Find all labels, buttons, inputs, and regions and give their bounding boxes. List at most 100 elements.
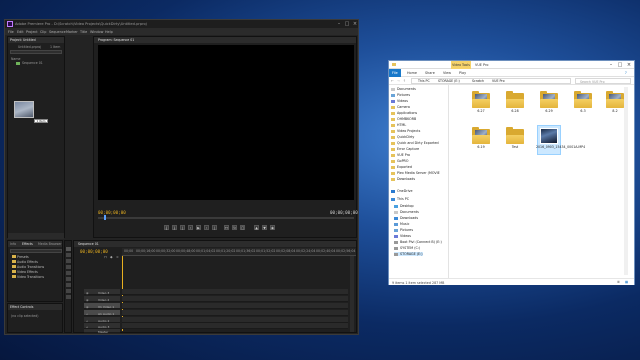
folder-item[interactable]: 6-3 <box>574 89 592 117</box>
folder-item[interactable]: 6-19 <box>472 125 490 153</box>
track-lane-video-1[interactable] <box>122 303 348 309</box>
breadcrumb-scratch[interactable]: Scratch <box>472 79 484 84</box>
menu-window[interactable]: Window <box>90 30 103 34</box>
nav-item[interactable]: HTML <box>391 123 406 127</box>
eye-icon[interactable]: ◉ <box>86 291 89 295</box>
forward-arrow-icon[interactable]: → <box>397 79 400 83</box>
track-header-video-1[interactable]: ◉ V1 Video 1 <box>84 303 120 309</box>
tab-project[interactable]: Project: Untitled <box>10 38 36 42</box>
effects-search-input[interactable] <box>10 249 62 253</box>
breadcrumb-vue-pro[interactable]: VUE Pro <box>492 79 505 84</box>
name-column-header[interactable]: Name <box>11 57 20 61</box>
speaker-icon[interactable]: ◂ <box>86 312 88 316</box>
track-header-master[interactable]: Master <box>84 329 120 334</box>
time-ruler[interactable]: 00;00 00;00;16;00 00;00;32;00 00;00;48;0… <box>122 248 356 256</box>
playhead-icon[interactable] <box>104 215 106 220</box>
program-scrubber[interactable] <box>98 217 354 219</box>
minimize-icon[interactable]: – <box>335 21 343 27</box>
file-list-scrollbar[interactable] <box>624 87 628 275</box>
hand-tool-icon[interactable] <box>66 289 71 293</box>
nav-item[interactable]: Music <box>394 222 409 226</box>
tab-program[interactable]: Program: Sequence 01 <box>98 38 134 42</box>
nav-item[interactable]: This PC <box>391 197 409 201</box>
folder-item[interactable]: 6-27 <box>472 89 490 117</box>
selection-tool-icon[interactable] <box>66 247 71 251</box>
effects-folder[interactable]: Audio Effects <box>12 260 38 264</box>
folder-item[interactable]: 6-28 <box>506 89 524 117</box>
effects-folder[interactable]: Video Effects <box>12 270 38 274</box>
nav-item[interactable]: Documents <box>391 87 416 91</box>
tab-effect-controls[interactable]: Effect Controls <box>10 305 33 309</box>
help-icon[interactable]: ? <box>625 71 627 75</box>
large-icons-view-icon[interactable]: ▦ <box>625 280 628 284</box>
ribbon-play-tab[interactable]: Play <box>459 71 466 75</box>
nav-item[interactable]: GoPRO <box>391 159 408 163</box>
nav-item[interactable]: Desktop <box>394 204 414 208</box>
program-video-frame[interactable] <box>98 45 354 200</box>
maximize-icon[interactable]: □ <box>343 21 351 27</box>
nav-item[interactable]: Video Projects <box>391 129 420 133</box>
speaker-icon[interactable]: ◂ <box>86 319 88 323</box>
dragged-clip-thumbnail[interactable] <box>14 101 34 118</box>
nav-item[interactable]: Error Capture <box>391 147 419 151</box>
menu-file[interactable]: File <box>8 30 14 34</box>
nav-item[interactable]: Applications <box>391 111 417 115</box>
back-arrow-icon[interactable]: ← <box>391 79 394 83</box>
nav-item[interactable]: VUE Pro <box>391 153 410 157</box>
step-forward-icon[interactable]: › <box>204 225 209 230</box>
nav-item-selected[interactable]: STORAGE (E:) <box>394 252 423 256</box>
play-icon[interactable]: ▶ <box>196 225 201 230</box>
slip-tool-icon[interactable] <box>66 277 71 281</box>
timeline-scrollbar[interactable] <box>350 256 354 332</box>
loop-icon[interactable]: ↻ <box>232 225 237 230</box>
menu-clip[interactable]: Clip <box>40 30 46 34</box>
tab-sequence[interactable]: Sequence 01 <box>78 242 99 246</box>
track-lane-audio-1[interactable] <box>122 310 348 316</box>
nav-item[interactable]: Downloads <box>391 177 415 181</box>
track-lane-video-3[interactable] <box>122 289 348 295</box>
menu-project[interactable]: Project <box>26 30 38 34</box>
zoom-tool-icon[interactable] <box>66 295 71 299</box>
mark-out-icon[interactable]: } <box>172 225 177 230</box>
maximize-icon[interactable]: □ <box>616 62 624 68</box>
timeline-timecode[interactable]: 00;00;00;00 <box>80 249 108 254</box>
export-frame-icon[interactable]: ◉ <box>270 225 275 230</box>
extract-icon[interactable]: ▼ <box>262 225 267 230</box>
link-icon[interactable]: ∞ <box>116 255 119 259</box>
nav-item[interactable]: OHMBKORB <box>391 117 416 121</box>
explorer-search-input[interactable]: Search VUE Pro <box>575 78 631 84</box>
breadcrumb-this-pc[interactable]: This PC <box>418 79 430 84</box>
minimize-icon[interactable]: – <box>607 62 615 68</box>
effects-folder[interactable]: Video Transitions <box>12 275 44 279</box>
nav-item[interactable]: Downloads <box>394 216 418 220</box>
address-bar[interactable]: This PC STORAGE (E:) Scratch VUE Pro <box>411 78 571 84</box>
nav-item[interactable]: Pictures <box>391 93 410 97</box>
details-view-icon[interactable]: ≣ <box>617 280 620 284</box>
sequence-item[interactable]: Sequence 01 <box>22 61 43 65</box>
marker-icon[interactable]: ◆ <box>110 255 113 259</box>
program-timecode-current[interactable]: 00;00;00;00 <box>98 210 126 215</box>
track-lane-audio-3[interactable] <box>122 323 348 329</box>
snap-icon[interactable]: ⊓ <box>104 255 107 259</box>
go-to-in-icon[interactable]: | <box>180 225 185 230</box>
lift-icon[interactable]: ▲ <box>254 225 259 230</box>
nav-item[interactable]: Quick and Dirty Exported <box>391 141 439 145</box>
nav-item[interactable]: Videos <box>391 99 408 103</box>
nav-item[interactable]: Plex Media Server (MOVIE <box>391 171 440 175</box>
up-arrow-icon[interactable]: ↑ <box>403 79 406 83</box>
track-header-video-2[interactable]: ◉ Video 2 <box>84 296 120 302</box>
nav-item[interactable]: Exported <box>391 165 412 169</box>
menu-edit[interactable]: Edit <box>17 30 24 34</box>
nav-item[interactable]: Boot Plvl (Connect B) (E:) <box>394 240 442 244</box>
menu-marker[interactable]: Marker <box>66 30 78 34</box>
project-search-input[interactable] <box>10 50 62 54</box>
track-select-tool-icon[interactable] <box>66 253 71 257</box>
ribbon-home-tab[interactable]: Home <box>407 71 417 75</box>
ripple-edit-tool-icon[interactable] <box>66 259 71 263</box>
menu-title[interactable]: Title <box>80 30 87 34</box>
go-to-out-icon[interactable]: | <box>212 225 217 230</box>
effects-folder[interactable]: Presets <box>12 255 29 259</box>
effects-folder[interactable]: Audio Transitions <box>12 265 44 269</box>
folder-item[interactable]: Test <box>506 125 524 153</box>
tab-effects[interactable]: Effects <box>22 242 33 246</box>
